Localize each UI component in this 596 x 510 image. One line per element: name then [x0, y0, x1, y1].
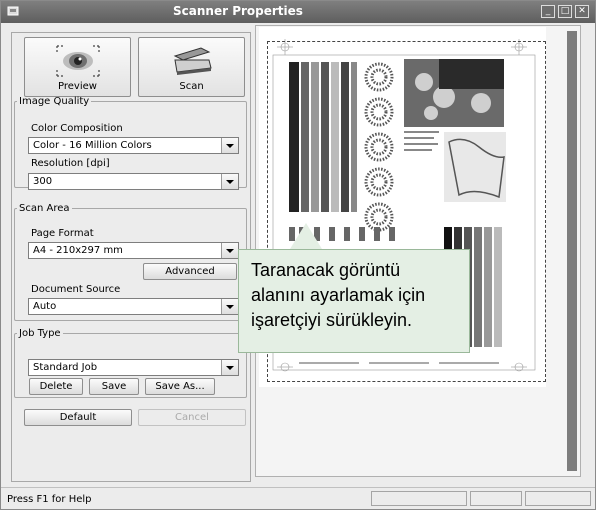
page-format-select[interactable]: A4 - 210x297 mm [28, 242, 239, 259]
preview-scrollbar[interactable] [567, 31, 577, 471]
document-source-label: Document Source [31, 284, 121, 295]
callout-line-3: işaretçiyi sürükleyin. [251, 310, 413, 330]
scan-label: Scan [179, 81, 204, 92]
scan-area-group: Scan Area Page Format A4 - 210x297 mm Ad… [14, 203, 247, 321]
instruction-callout: Taranacak görüntü alanını ayarlamak için… [238, 249, 470, 353]
cancel-button[interactable]: Cancel [138, 409, 246, 426]
save-button[interactable]: Save [89, 378, 139, 395]
resolution-label: Resolution [dpi] [31, 158, 110, 169]
preview-icon [55, 45, 100, 77]
resolution-select[interactable]: 300 [28, 173, 239, 190]
default-button[interactable]: Default [24, 409, 132, 426]
status-panel [525, 491, 591, 506]
close-icon[interactable]: ✕ [575, 5, 589, 18]
job-type-group: Job Type Standard Job Delete Save Save A… [14, 328, 247, 398]
job-type-legend: Job Type [19, 328, 61, 339]
page-format-value: A4 - 210x297 mm [33, 245, 123, 256]
minimize-icon[interactable]: _ [541, 5, 555, 18]
title-bar[interactable]: Scanner Properties _ □ ✕ [1, 1, 595, 23]
color-composition-label: Color Composition [31, 123, 123, 134]
color-composition-select[interactable]: Color - 16 Million Colors [28, 137, 239, 154]
color-composition-value: Color - 16 Million Colors [33, 140, 152, 151]
status-panel [470, 491, 522, 506]
status-message: Press F1 for Help [7, 494, 92, 505]
document-source-select[interactable]: Auto [28, 298, 239, 315]
preview-label: Preview [58, 81, 97, 92]
delete-button[interactable]: Delete [29, 378, 83, 395]
settings-panel: Preview Scan Image Quality Color Composi… [11, 32, 251, 482]
chevron-down-icon[interactable] [221, 138, 238, 153]
document-source-value: Auto [33, 301, 57, 312]
callout-pointer [290, 223, 322, 249]
save-as-button[interactable]: Save As... [145, 378, 215, 395]
maximize-icon[interactable]: □ [558, 5, 572, 18]
job-type-value: Standard Job [33, 362, 98, 373]
preview-button[interactable]: Preview [24, 37, 131, 97]
status-bar: Press F1 for Help [1, 487, 595, 510]
chevron-down-icon[interactable] [221, 243, 238, 258]
image-quality-legend: Image Quality [19, 96, 90, 107]
window-title: Scanner Properties [173, 4, 303, 18]
image-quality-group: Image Quality Color Composition Color - … [14, 96, 247, 190]
status-panel [371, 491, 467, 506]
resolution-value: 300 [33, 176, 53, 187]
advanced-button[interactable]: Advanced [143, 263, 237, 280]
chevron-down-icon[interactable] [221, 299, 238, 314]
callout-line-2: alanını ayarlamak için [251, 285, 426, 305]
scanner-icon [173, 47, 212, 75]
scan-area-legend: Scan Area [19, 203, 70, 214]
callout-line-1: Taranacak görüntü [251, 260, 401, 280]
chevron-down-icon[interactable] [221, 174, 238, 189]
page-format-label: Page Format [31, 228, 94, 239]
job-type-select[interactable]: Standard Job [28, 359, 239, 376]
scan-button[interactable]: Scan [138, 37, 245, 97]
chevron-down-icon[interactable] [221, 360, 238, 375]
scanner-properties-window: Scanner Properties _ □ ✕ Preview Scan Im… [0, 0, 596, 510]
